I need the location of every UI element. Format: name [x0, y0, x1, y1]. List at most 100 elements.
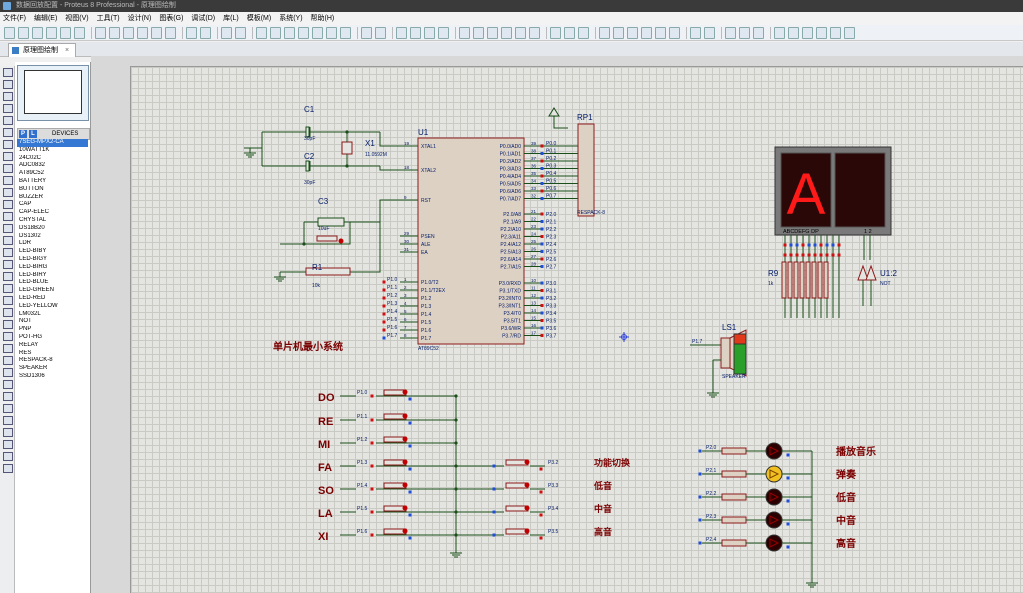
menu-item-2[interactable]: 视图(V) — [65, 12, 88, 25]
mcu-pin-label: P0.2/AD2 — [500, 159, 522, 165]
mcu-pin-label: P3.2/INT0 — [498, 296, 521, 302]
net-label: P1.6 — [387, 325, 398, 331]
menu-item-7[interactable]: 库(L) — [223, 12, 239, 25]
mcu-pin-label: P3.6/WR — [501, 326, 521, 332]
logic-probe — [540, 197, 544, 200]
net-label: P2.4 — [546, 242, 557, 248]
toolbar-button-icon[interactable] — [578, 26, 589, 39]
toolbar-button-icon[interactable] — [361, 26, 372, 39]
toolbar-button-icon[interactable] — [473, 26, 484, 39]
net-label: P0.0 — [546, 141, 557, 147]
toolbar-button-icon[interactable] — [655, 26, 666, 39]
menu-item-6[interactable]: 调试(D) — [191, 12, 215, 25]
logic-probe — [813, 243, 817, 247]
toolbar-button-icon[interactable] — [529, 26, 540, 39]
close-icon[interactable]: × — [65, 47, 69, 54]
toolbar-button-icon[interactable] — [186, 26, 197, 39]
toolbar-button-icon[interactable] — [501, 26, 512, 39]
net-label: P3.2 — [546, 296, 557, 302]
toolbar-button-icon[interactable] — [788, 26, 799, 39]
toolbar-button-icon[interactable] — [46, 26, 57, 39]
toolbar-button-icon[interactable] — [725, 26, 736, 39]
mcu-pin-label: P3.7/RD — [502, 334, 521, 340]
reset-button[interactable] — [316, 235, 338, 242]
toolbar-button-icon[interactable] — [60, 26, 71, 39]
menu-item-3[interactable]: 工具(T) — [97, 12, 120, 25]
toolbar-button-icon[interactable] — [802, 26, 813, 39]
toolbar-button-icon[interactable] — [704, 26, 715, 39]
mcu-pin-label: P0.7/AD7 — [500, 197, 522, 203]
toolbar-button-icon[interactable] — [32, 26, 43, 39]
toolbar-button-icon[interactable] — [641, 26, 652, 39]
toolbar-button-icon[interactable] — [564, 26, 575, 39]
toolbar-button-icon[interactable] — [284, 26, 295, 39]
menu-item-1[interactable]: 编辑(E) — [34, 12, 57, 25]
toolbar-button-icon[interactable] — [137, 26, 148, 39]
toolbar-button-icon[interactable] — [221, 26, 232, 39]
toolbar-button-icon[interactable] — [613, 26, 624, 39]
toolbar-button-icon[interactable] — [123, 26, 134, 39]
toolbar-button-icon[interactable] — [774, 26, 785, 39]
toolbar-button-icon[interactable] — [438, 26, 449, 39]
toolbar-button-icon[interactable] — [396, 26, 407, 39]
toolbar-button-icon[interactable] — [669, 26, 680, 39]
menu-item-5[interactable]: 图表(G) — [159, 12, 183, 25]
toolbar-button-icon[interactable] — [74, 26, 85, 39]
pin-number: 25 — [531, 239, 537, 244]
toolbar-button-icon[interactable] — [830, 26, 841, 39]
toolbar-button-icon[interactable] — [151, 26, 162, 39]
toolbar-button-icon[interactable] — [95, 26, 106, 39]
app-icon — [3, 2, 11, 10]
toolbar-button-icon[interactable] — [256, 26, 267, 39]
menu-item-8[interactable]: 模板(M) — [247, 12, 272, 25]
toolbar-button-icon[interactable] — [844, 26, 855, 39]
toolbar-button-icon[interactable] — [739, 26, 750, 39]
logic-probe — [786, 522, 790, 526]
toolbar-button-icon[interactable] — [550, 26, 561, 39]
toolbar-button-icon[interactable] — [18, 26, 29, 39]
toolbar-button-icon[interactable] — [312, 26, 323, 39]
logic-probe — [540, 235, 544, 238]
note-label-do: DO — [318, 392, 335, 404]
toolbar-button-icon[interactable] — [753, 26, 764, 39]
toolbar-button-icon[interactable] — [109, 26, 120, 39]
net-label: P1.6 — [357, 529, 368, 535]
menu-item-10[interactable]: 帮助(H) — [311, 12, 335, 25]
toolbar-button-icon[interactable] — [816, 26, 827, 39]
mcu-pin-label: P0.4/AD4 — [500, 174, 522, 180]
toolbar-button-icon[interactable] — [599, 26, 610, 39]
toolbar-button-icon[interactable] — [375, 26, 386, 39]
func-label: 高音 — [594, 526, 612, 537]
toolbar-button-icon[interactable] — [200, 26, 211, 39]
toolbar-button-icon[interactable] — [424, 26, 435, 39]
mcu-pin-label: P0.6/AD6 — [500, 189, 522, 195]
toolbar-button-icon[interactable] — [515, 26, 526, 39]
logic-probe — [492, 487, 496, 491]
toolbar-button-icon[interactable] — [298, 26, 309, 39]
menu-item-4[interactable]: 设计(N) — [128, 12, 152, 25]
toolbar-button-icon[interactable] — [627, 26, 638, 39]
toolbar-button-icon[interactable] — [690, 26, 701, 39]
toolbar-button-icon[interactable] — [487, 26, 498, 39]
toolbar-button-icon[interactable] — [326, 26, 337, 39]
net-label: P3.6 — [546, 326, 557, 332]
toolbar-separator — [357, 26, 358, 39]
toolbar-button-icon[interactable] — [165, 26, 176, 39]
tab-schematic[interactable]: 原理图绘制 × — [8, 43, 77, 57]
toolbar-button-icon[interactable] — [4, 26, 15, 39]
toolbar-separator — [721, 26, 722, 39]
toolbar-button-icon[interactable] — [340, 26, 351, 39]
logic-probe — [540, 334, 544, 337]
menu-item-0[interactable]: 文件(F) — [3, 12, 26, 25]
toolbar-button-icon[interactable] — [270, 26, 281, 39]
logic-probe — [825, 243, 829, 247]
toolbar-button-icon[interactable] — [235, 26, 246, 39]
toolbar-button-icon[interactable] — [410, 26, 421, 39]
c1-value: 30pF — [304, 136, 315, 142]
menu-item-9[interactable]: 系统(Y) — [279, 12, 302, 25]
tab-label: 原理图绘制 — [23, 47, 58, 54]
toolbar-button-icon[interactable] — [459, 26, 470, 39]
note-label-fa: FA — [318, 462, 332, 474]
schematic-canvas[interactable]: C1 30pF C2 30pF X1 11.0592M C3 10uF R1 10k U1 AT89C… — [0, 56, 1023, 593]
led-resistor — [721, 447, 747, 455]
